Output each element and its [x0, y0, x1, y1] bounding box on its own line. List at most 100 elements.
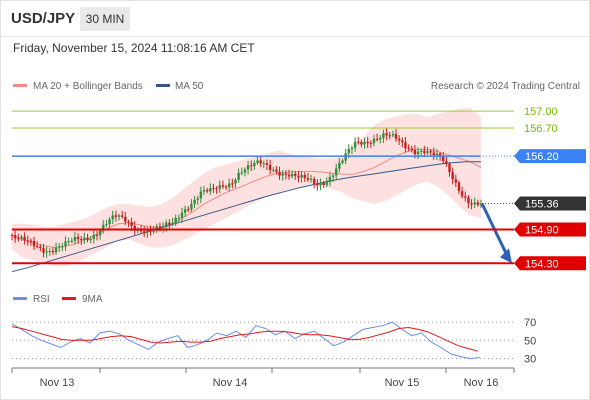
- candle-body: [83, 237, 86, 240]
- candle-body: [363, 141, 366, 145]
- candle-body: [268, 164, 272, 171]
- candle-body: [423, 150, 426, 154]
- candle-body: [287, 174, 291, 177]
- candle-body: [303, 174, 306, 179]
- candle-body: [42, 248, 45, 253]
- candle-body: [410, 148, 413, 151]
- rsi-legend-swatch: [13, 297, 27, 300]
- candle-body: [187, 209, 190, 211]
- candle-body: [394, 134, 398, 139]
- rsi-tick-label: 70: [524, 317, 536, 329]
- candle-body: [158, 226, 162, 228]
- level-label-157.00: 157.00: [524, 106, 558, 118]
- x-tick-label: Nov 15: [385, 377, 420, 389]
- candle-body: [470, 203, 473, 205]
- level-label-156.20: 156.20: [525, 151, 559, 163]
- candle-body: [76, 236, 80, 239]
- rsi-legend-label: RSI: [33, 294, 50, 305]
- candle-body: [347, 149, 350, 154]
- candle-body: [467, 197, 470, 204]
- candle-body: [193, 199, 196, 204]
- candle-body: [413, 150, 417, 155]
- candle-body: [407, 148, 410, 150]
- candle-body: [290, 173, 294, 177]
- candle-body: [294, 173, 297, 177]
- candle-body: [45, 251, 48, 253]
- candle-body: [95, 235, 99, 237]
- candle-body: [379, 138, 382, 140]
- ma20-legend-swatch: [13, 84, 27, 87]
- candle-body: [476, 202, 480, 205]
- candle-body: [259, 160, 262, 164]
- candle-body: [177, 217, 181, 219]
- ma20-legend-label: MA 20 + Bollinger Bands: [33, 81, 143, 92]
- candle-body: [174, 217, 177, 223]
- candle-body: [51, 251, 55, 253]
- x-tick-label: Nov 14: [213, 377, 248, 389]
- candle-body: [98, 230, 102, 236]
- rsi-tick-label: 30: [524, 353, 536, 365]
- candle-body: [335, 168, 338, 176]
- candle-body: [32, 240, 36, 247]
- candle-body: [369, 143, 373, 145]
- candle-body: [67, 241, 70, 243]
- candle-body: [250, 165, 253, 167]
- candle-body: [426, 151, 429, 154]
- candle-body: [357, 141, 360, 143]
- candle-body: [111, 215, 114, 220]
- candle-body: [70, 240, 74, 242]
- candle-body: [360, 142, 363, 145]
- candle-body: [338, 162, 341, 169]
- candle-body: [451, 172, 454, 180]
- candle-body: [180, 212, 184, 218]
- candle-body: [17, 238, 20, 240]
- candle-body: [127, 221, 130, 223]
- candle-body: [209, 188, 212, 192]
- candle-body: [20, 236, 23, 239]
- candle-body: [89, 238, 92, 241]
- candle-body: [388, 135, 391, 137]
- candle-body: [120, 215, 124, 217]
- candle-body: [341, 160, 344, 163]
- candle-body: [196, 198, 199, 200]
- candle-body: [350, 147, 354, 150]
- candle-body: [312, 178, 316, 184]
- candle-body: [464, 196, 467, 198]
- rsi-ma-legend-swatch: [62, 297, 76, 300]
- ma50-legend-swatch: [156, 84, 170, 87]
- candle-body: [237, 173, 240, 180]
- candle-body: [366, 141, 369, 144]
- candle-body: [190, 203, 193, 210]
- candle-body: [325, 182, 328, 185]
- candle-body: [54, 247, 58, 253]
- candle-body: [243, 169, 247, 173]
- candle-body: [105, 224, 108, 226]
- candle-body: [73, 236, 77, 241]
- candle-body: [13, 235, 17, 239]
- candle-body: [416, 151, 420, 155]
- candle-body: [322, 182, 325, 185]
- candle-body: [331, 175, 335, 177]
- candle-body: [448, 163, 451, 173]
- candle-body: [221, 185, 225, 187]
- candle-body: [234, 179, 237, 184]
- candle-body: [29, 240, 33, 242]
- level-label-155.36: 155.36: [525, 199, 559, 211]
- candle-body: [432, 152, 435, 156]
- candle-body: [316, 183, 319, 186]
- candle-body: [385, 133, 388, 136]
- candle-body: [143, 231, 146, 233]
- level-label-154.90: 154.90: [525, 224, 559, 236]
- candle-body: [445, 161, 448, 164]
- candle-body: [168, 222, 171, 225]
- candle-body: [231, 183, 234, 185]
- candle-body: [58, 246, 61, 248]
- candle-body: [117, 215, 121, 217]
- candle-body: [278, 171, 281, 176]
- candle-body: [61, 246, 64, 248]
- candle-body: [419, 150, 423, 152]
- rsi-tick-label: 50: [524, 335, 536, 347]
- candle-body: [183, 209, 187, 213]
- candle-body: [108, 219, 111, 225]
- candle-body: [10, 235, 14, 237]
